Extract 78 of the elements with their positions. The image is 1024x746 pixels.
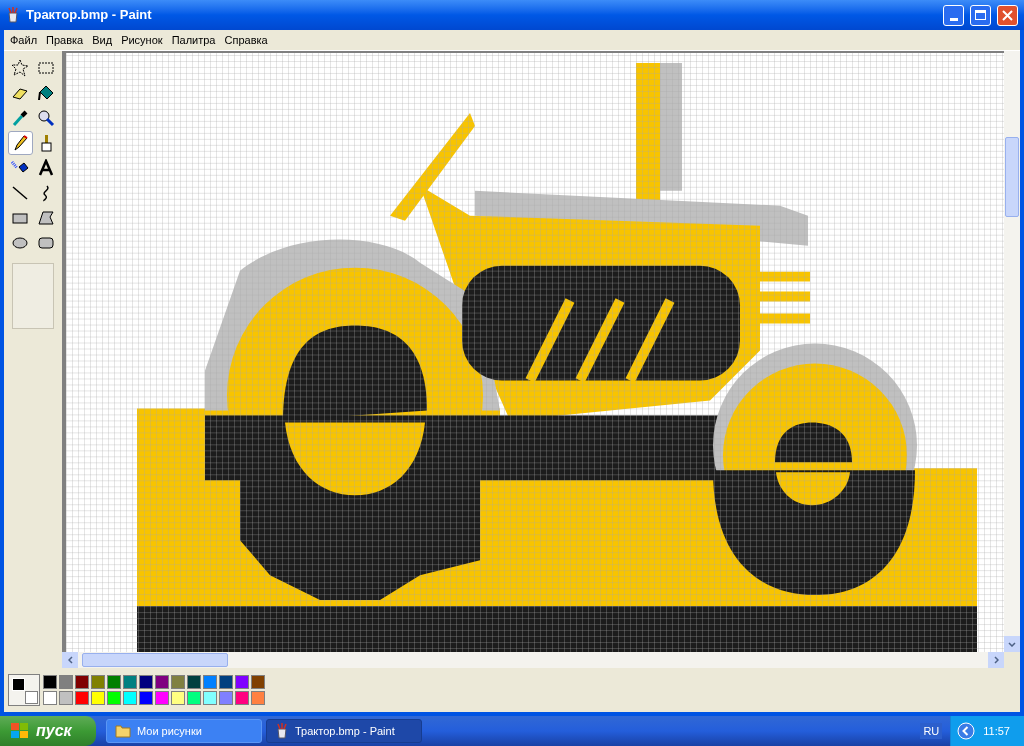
scroll-thumb[interactable] (1005, 137, 1019, 217)
palette-swatch[interactable] (59, 691, 73, 705)
close-icon (1002, 9, 1013, 21)
palette-swatch[interactable] (107, 691, 121, 705)
minimize-button[interactable] (943, 4, 964, 26)
palette-swatch[interactable] (219, 675, 233, 689)
palette-swatch[interactable] (171, 691, 185, 705)
rounded-rectangle-icon (37, 234, 55, 252)
scroll-left-button[interactable] (62, 652, 78, 668)
tool-options-panel (12, 263, 54, 329)
menu-item[interactable]: Справка (224, 31, 268, 49)
polygon-icon (37, 209, 55, 227)
menu-item[interactable]: Правка (46, 31, 84, 49)
line-icon (11, 184, 29, 202)
palette-swatch[interactable] (43, 675, 57, 689)
palette-swatch[interactable] (219, 691, 233, 705)
maximize-button[interactable] (970, 4, 991, 26)
text-icon (37, 159, 55, 177)
palette-swatch[interactable] (123, 691, 137, 705)
scroll-right-button[interactable] (988, 652, 1004, 668)
menu-item[interactable]: Файл (10, 31, 38, 49)
magnifier-icon (37, 109, 55, 127)
tool-button[interactable] (7, 131, 33, 155)
horizontal-scrollbar[interactable] (62, 652, 1004, 668)
palette-swatch[interactable] (91, 691, 105, 705)
scroll-thumb[interactable] (82, 653, 228, 667)
ellipse-icon (11, 234, 29, 252)
chevron-left-icon[interactable] (957, 722, 976, 740)
window-title: Трактор.bmp - Paint (26, 6, 153, 25)
taskbar-button[interactable]: Мои рисунки (106, 719, 262, 743)
palette-swatch[interactable] (123, 675, 137, 689)
palette-swatch[interactable] (251, 675, 265, 689)
select-icon (37, 59, 55, 77)
picker-icon (11, 109, 29, 127)
palette-swatch[interactable] (75, 691, 89, 705)
palette-swatch[interactable] (203, 691, 217, 705)
menu-item[interactable]: Рисунок (121, 31, 163, 49)
palette-swatch[interactable] (235, 691, 249, 705)
palette-swatch[interactable] (155, 691, 169, 705)
palette-swatch[interactable] (91, 675, 105, 689)
chevron-down-icon (1008, 641, 1016, 647)
palette-swatch[interactable] (187, 675, 201, 689)
current-colors[interactable] (8, 674, 40, 706)
taskbar-button[interactable]: Трактор.bmp - Paint (266, 719, 422, 743)
palette-swatch[interactable] (107, 675, 121, 689)
drawing-canvas[interactable] (66, 53, 1004, 652)
palette-swatch[interactable] (139, 675, 153, 689)
palette-swatch[interactable] (75, 675, 89, 689)
vertical-scrollbar[interactable] (1004, 51, 1020, 652)
language-indicator[interactable]: RU (920, 722, 943, 740)
menu-item[interactable]: Вид (92, 31, 113, 49)
palette-swatch[interactable] (251, 691, 265, 705)
palette-swatch[interactable] (171, 675, 185, 689)
palette-swatch[interactable] (59, 675, 73, 689)
chevron-left-icon (67, 656, 73, 664)
scroll-down-button[interactable] (1004, 636, 1020, 652)
foreground-color[interactable] (12, 678, 25, 691)
windows-flag-icon (10, 722, 30, 740)
start-button[interactable]: пуск (0, 716, 96, 746)
minimize-icon (949, 17, 958, 21)
free-select-icon (11, 59, 29, 77)
fill-icon (37, 84, 55, 102)
chevron-right-icon (993, 656, 999, 664)
palette-swatch[interactable] (139, 691, 153, 705)
close-button[interactable] (997, 4, 1018, 26)
clock: 11:57 (983, 723, 1011, 739)
folder-icon (115, 724, 131, 738)
maximize-icon (975, 10, 986, 20)
pencil-icon (11, 134, 29, 152)
background-color[interactable] (25, 691, 38, 704)
palette-swatch[interactable] (235, 675, 249, 689)
palette-swatch[interactable] (155, 675, 169, 689)
brushes-icon (6, 7, 20, 23)
palette-swatch[interactable] (43, 691, 57, 705)
palette-swatch[interactable] (187, 691, 201, 705)
menu-item[interactable]: Палитра (171, 31, 216, 49)
brushes-icon (275, 723, 289, 739)
palette-swatch[interactable] (203, 675, 217, 689)
